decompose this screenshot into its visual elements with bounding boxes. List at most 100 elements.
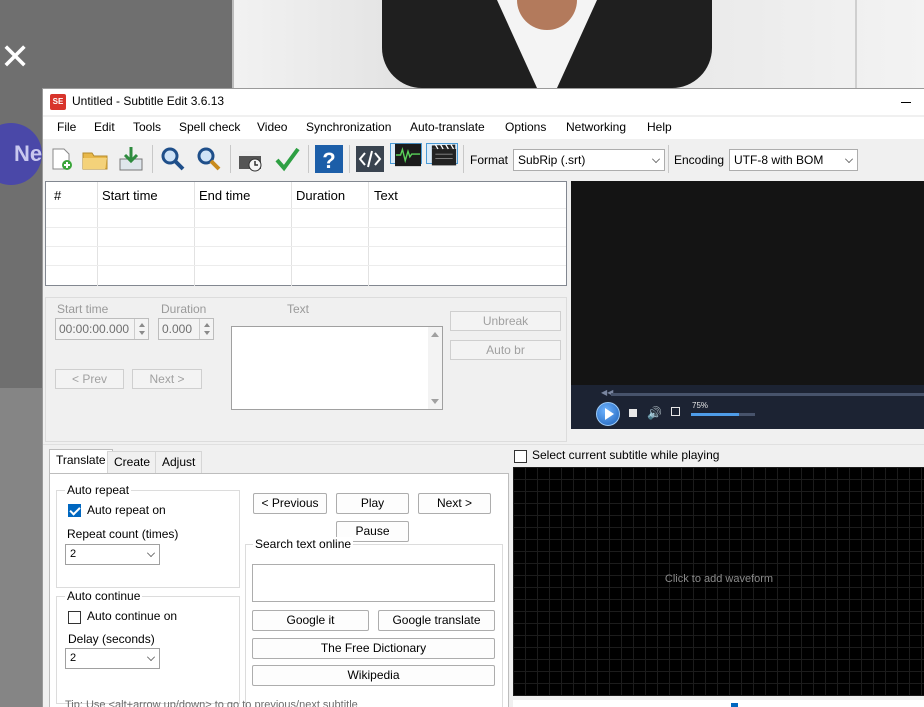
- column-header-duration[interactable]: Duration: [296, 188, 345, 203]
- auto-repeat-checkbox[interactable]: [68, 504, 81, 517]
- help-icon[interactable]: ?: [313, 143, 345, 175]
- scrollbar[interactable]: [428, 327, 442, 409]
- toolbar-separator: [152, 145, 153, 173]
- volume-slider[interactable]: [691, 413, 755, 416]
- previous-button[interactable]: < Previous: [253, 493, 327, 514]
- column-divider: [97, 182, 98, 286]
- minimize-button[interactable]: [895, 91, 924, 113]
- repeat-count-label: Repeat count (times): [67, 527, 179, 541]
- select-current-checkbox[interactable]: [514, 450, 527, 463]
- subtitle-edit-panel: Start time Duration Text 00:00:00.000 0.…: [45, 297, 567, 442]
- volume-percent: 75%: [692, 401, 709, 410]
- column-divider: [291, 182, 292, 286]
- column-header-end-time[interactable]: End time: [199, 188, 250, 203]
- video-position-track[interactable]: [611, 393, 924, 396]
- chevron-down-icon: [652, 155, 660, 163]
- text-label: Text: [287, 302, 310, 316]
- start-time-input[interactable]: 00:00:00.000: [55, 318, 149, 340]
- duration-input[interactable]: 0.000: [158, 318, 214, 340]
- new-file-icon[interactable]: [45, 143, 77, 175]
- column-header-start-time[interactable]: Start time: [102, 188, 158, 203]
- subtitle-text-input[interactable]: [231, 326, 443, 410]
- find-icon[interactable]: [157, 143, 189, 175]
- auto-repeat-title: Auto repeat: [65, 483, 132, 497]
- background-photo: [232, 0, 924, 88]
- column-header-text[interactable]: Text: [374, 188, 398, 203]
- divider: [43, 444, 924, 445]
- menu-tools[interactable]: Tools: [133, 120, 161, 134]
- waveform-panel[interactable]: Click to add waveform: [513, 467, 924, 696]
- menu-file[interactable]: File: [57, 120, 76, 134]
- select-current-label: Select current subtitle while playing: [532, 448, 720, 462]
- svg-text:?: ?: [322, 148, 335, 173]
- title-bar: SE Untitled - Subtitle Edit 3.6.13: [43, 89, 924, 115]
- menu-video[interactable]: Video: [257, 120, 287, 134]
- video-toggle-icon[interactable]: [426, 143, 458, 166]
- column-header-number[interactable]: #: [54, 188, 61, 203]
- play-button[interactable]: Play: [336, 493, 409, 514]
- column-divider: [194, 182, 195, 286]
- toolbar-separator: [463, 145, 464, 173]
- delay-select[interactable]: 2: [65, 648, 160, 669]
- menu-spell-check[interactable]: Spell check: [179, 120, 240, 134]
- free-dictionary-button[interactable]: The Free Dictionary: [252, 638, 495, 659]
- volume-icon[interactable]: 🔊: [647, 406, 662, 420]
- toolbar-separator: [349, 145, 350, 173]
- search-online-title: Search text online: [253, 537, 354, 551]
- menu-options[interactable]: Options: [505, 120, 546, 134]
- repeat-count-select[interactable]: 2: [65, 544, 160, 565]
- menu-auto-translate[interactable]: Auto-translate: [410, 120, 485, 134]
- menu-networking[interactable]: Networking: [566, 120, 626, 134]
- toolbar-separator: [230, 145, 231, 173]
- chevron-down-icon: [147, 653, 155, 661]
- play-icon[interactable]: [596, 402, 620, 426]
- visual-sync-icon[interactable]: [235, 143, 267, 175]
- google-translate-button[interactable]: Google translate: [378, 610, 495, 631]
- unbreak-button[interactable]: Unbreak: [450, 311, 561, 331]
- auto-continue-title: Auto continue: [65, 589, 143, 603]
- prev-button[interactable]: < Prev: [55, 369, 124, 389]
- tab-adjust[interactable]: Adjust: [155, 451, 203, 473]
- waveform-toggle-icon[interactable]: [390, 143, 422, 167]
- waveform-scroll[interactable]: [513, 700, 924, 707]
- menu-edit[interactable]: Edit: [94, 120, 115, 134]
- stop-icon[interactable]: [629, 409, 637, 417]
- fullscreen-icon[interactable]: [671, 407, 680, 416]
- encoding-label: Encoding: [674, 153, 725, 167]
- tab-create[interactable]: Create: [107, 451, 158, 473]
- close-icon[interactable]: ✕: [0, 40, 30, 76]
- spinner-arrows-icon[interactable]: [199, 319, 213, 339]
- subtitle-edit-window: SE Untitled - Subtitle Edit 3.6.13 File …: [42, 88, 924, 707]
- volume-slider-fill: [691, 413, 739, 416]
- auto-continue-checkbox[interactable]: [68, 611, 81, 624]
- search-text-input[interactable]: [252, 564, 495, 602]
- window-title: Untitled - Subtitle Edit 3.6.13: [72, 94, 225, 108]
- menu-bar: File Edit Tools Spell check Video Synchr…: [43, 117, 924, 139]
- menu-help[interactable]: Help: [647, 120, 672, 134]
- tab-translate[interactable]: Translate: [49, 449, 113, 474]
- auto-br-button[interactable]: Auto br: [450, 340, 561, 360]
- format-label: Format: [470, 153, 509, 167]
- format-select[interactable]: SubRip (.srt): [513, 149, 665, 171]
- column-divider: [368, 182, 369, 286]
- toolbar: ? Format SubRip (.srt) Encoding UTF-8 wi…: [43, 141, 924, 181]
- auto-continue-on-label: Auto continue on: [87, 609, 178, 623]
- toolbar-separator: [308, 145, 309, 173]
- row-divider: [46, 227, 566, 228]
- next-subtitle-button[interactable]: Next >: [418, 493, 491, 514]
- spell-check-icon[interactable]: [271, 143, 303, 175]
- wikipedia-button[interactable]: Wikipedia: [252, 665, 495, 686]
- encoding-select[interactable]: UTF-8 with BOM: [729, 149, 858, 171]
- open-folder-icon[interactable]: [79, 143, 111, 175]
- replace-icon[interactable]: [193, 143, 225, 175]
- spinner-arrows-icon[interactable]: [134, 319, 148, 339]
- waveform-position-marker[interactable]: [731, 703, 738, 707]
- next-button[interactable]: Next >: [132, 369, 202, 389]
- menu-synchronization[interactable]: Synchronization: [306, 120, 391, 134]
- google-it-button[interactable]: Google it: [252, 610, 369, 631]
- subtitle-list[interactable]: # Start time End time Duration Text: [45, 181, 567, 286]
- save-download-icon[interactable]: [115, 143, 147, 175]
- delay-label: Delay (seconds): [68, 632, 155, 646]
- source-view-icon[interactable]: [354, 143, 386, 175]
- chevron-down-icon: [845, 155, 853, 163]
